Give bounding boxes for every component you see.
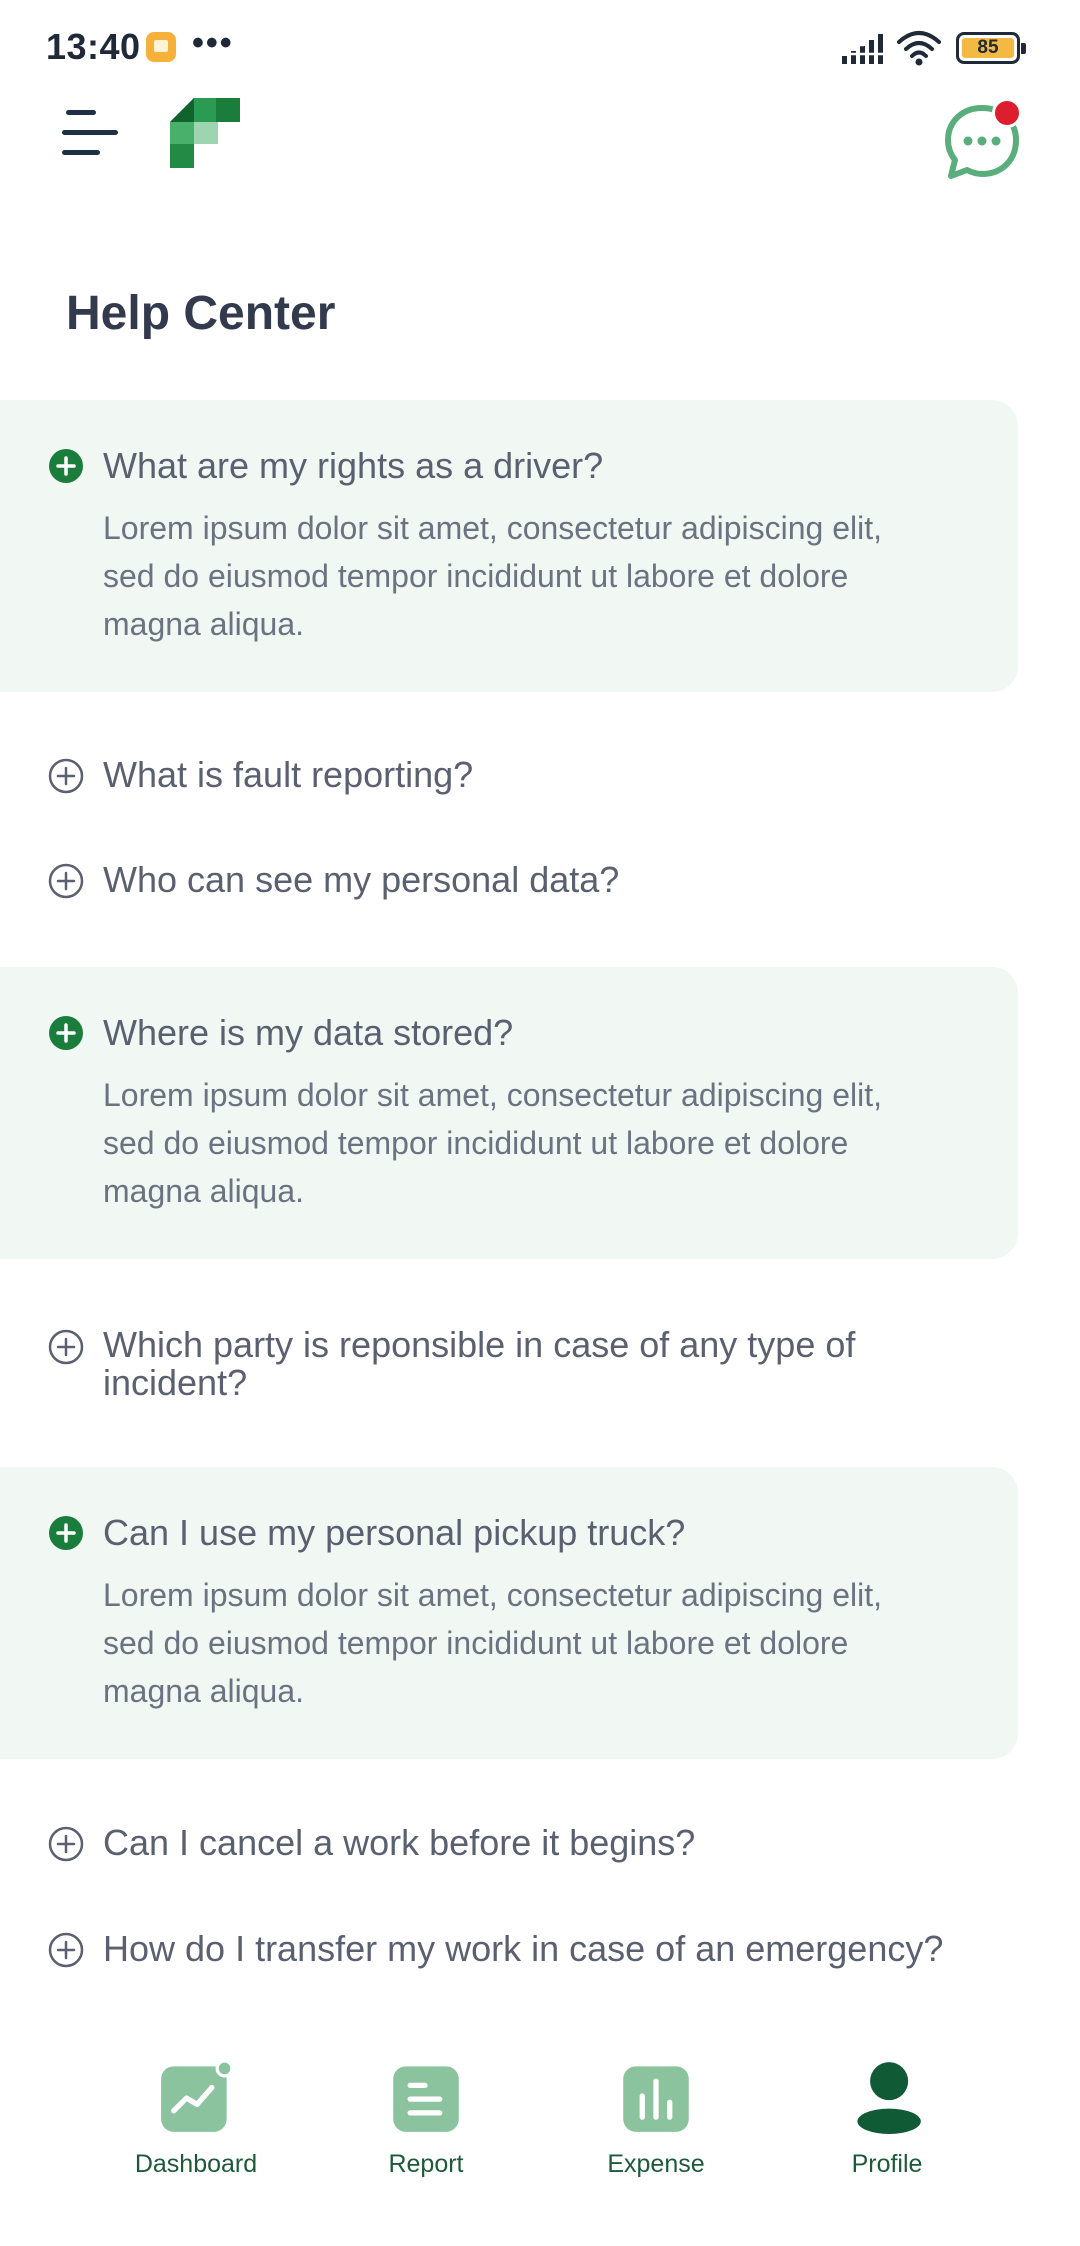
plus-circle-outline-icon[interactable] [48,1826,84,1862]
faq-question: What is fault reporting? [103,754,474,795]
faq-item[interactable]: Where is my data stored? Lorem ipsum dol… [0,967,1018,1259]
app-logo[interactable] [170,98,240,168]
report-document-icon[interactable] [389,2060,463,2134]
faq-question: How do I transfer my work in case of an … [103,1928,944,1969]
faq-item[interactable]: What are my rights as a driver? Lorem ip… [0,400,1018,692]
nav-label: Profile [851,2150,923,2178]
faq-item[interactable]: Can I use my personal pickup truck? Lore… [0,1467,1018,1759]
faq-answer: Lorem ipsum dolor sit amet, consectetur … [103,1077,883,1209]
nav-profile[interactable]: Profile [792,2050,982,2220]
faq-item[interactable]: What is fault reporting? [0,750,1018,800]
plus-circle-filled-icon[interactable] [48,448,84,484]
faq-question: Can I use my personal pickup truck? [103,1512,686,1553]
dashboard-chart-icon[interactable] [159,2060,233,2134]
plus-circle-outline-icon[interactable] [48,1932,84,1968]
bottom-navigation: Dashboard Report Expense Profile [0,2040,1080,2246]
nav-dashboard[interactable]: Dashboard [101,2050,291,2220]
faq-question: Can I cancel a work before it begins? [103,1822,696,1863]
nav-label: Report [388,2150,464,2178]
faq-question: What are my rights as a driver? [103,445,604,486]
status-bar: 13:40 ••• 85 [0,0,1080,96]
faq-item[interactable]: How do I transfer my work in case of an … [0,1924,1018,1974]
wifi-icon [897,31,941,66]
plus-circle-outline-icon[interactable] [48,758,84,794]
battery-icon: 85 [956,32,1026,64]
battery-level: 85 [962,37,1014,58]
nav-label: Expense [607,2150,705,2178]
faq-question: Where is my data stored? [103,1012,514,1053]
profile-person-icon[interactable] [850,2060,924,2134]
faq-item[interactable]: Which party is reponsible in case of any… [0,1320,1018,1403]
notification-app-icon [146,32,176,62]
faq-answer: Lorem ipsum dolor sit amet, consectetur … [103,510,883,642]
faq-answer: Lorem ipsum dolor sit amet, consectetur … [103,1577,883,1709]
faq-question: Which party is reponsible in case of any… [103,1324,856,1403]
expense-bars-icon[interactable] [619,2060,693,2134]
hamburger-menu-icon[interactable] [62,104,124,160]
signal-icon [842,34,886,64]
plus-circle-outline-icon[interactable] [48,1329,84,1365]
plus-circle-outline-icon[interactable] [48,863,84,899]
plus-circle-filled-icon[interactable] [48,1015,84,1051]
status-time: 13:40 [46,26,141,67]
faq-item[interactable]: Can I cancel a work before it begins? [0,1818,1018,1868]
chat-notification-badge [992,98,1022,128]
nav-report[interactable]: Report [331,2050,521,2220]
nav-label: Dashboard [134,2150,258,2178]
more-notifications-indicator: ••• [192,24,234,62]
faq-question: Who can see my personal data? [103,859,620,900]
nav-expense[interactable]: Expense [561,2050,751,2220]
page-title: Help Center [66,287,336,340]
plus-circle-filled-icon[interactable] [48,1515,84,1551]
faq-item[interactable]: Who can see my personal data? [0,855,1018,905]
